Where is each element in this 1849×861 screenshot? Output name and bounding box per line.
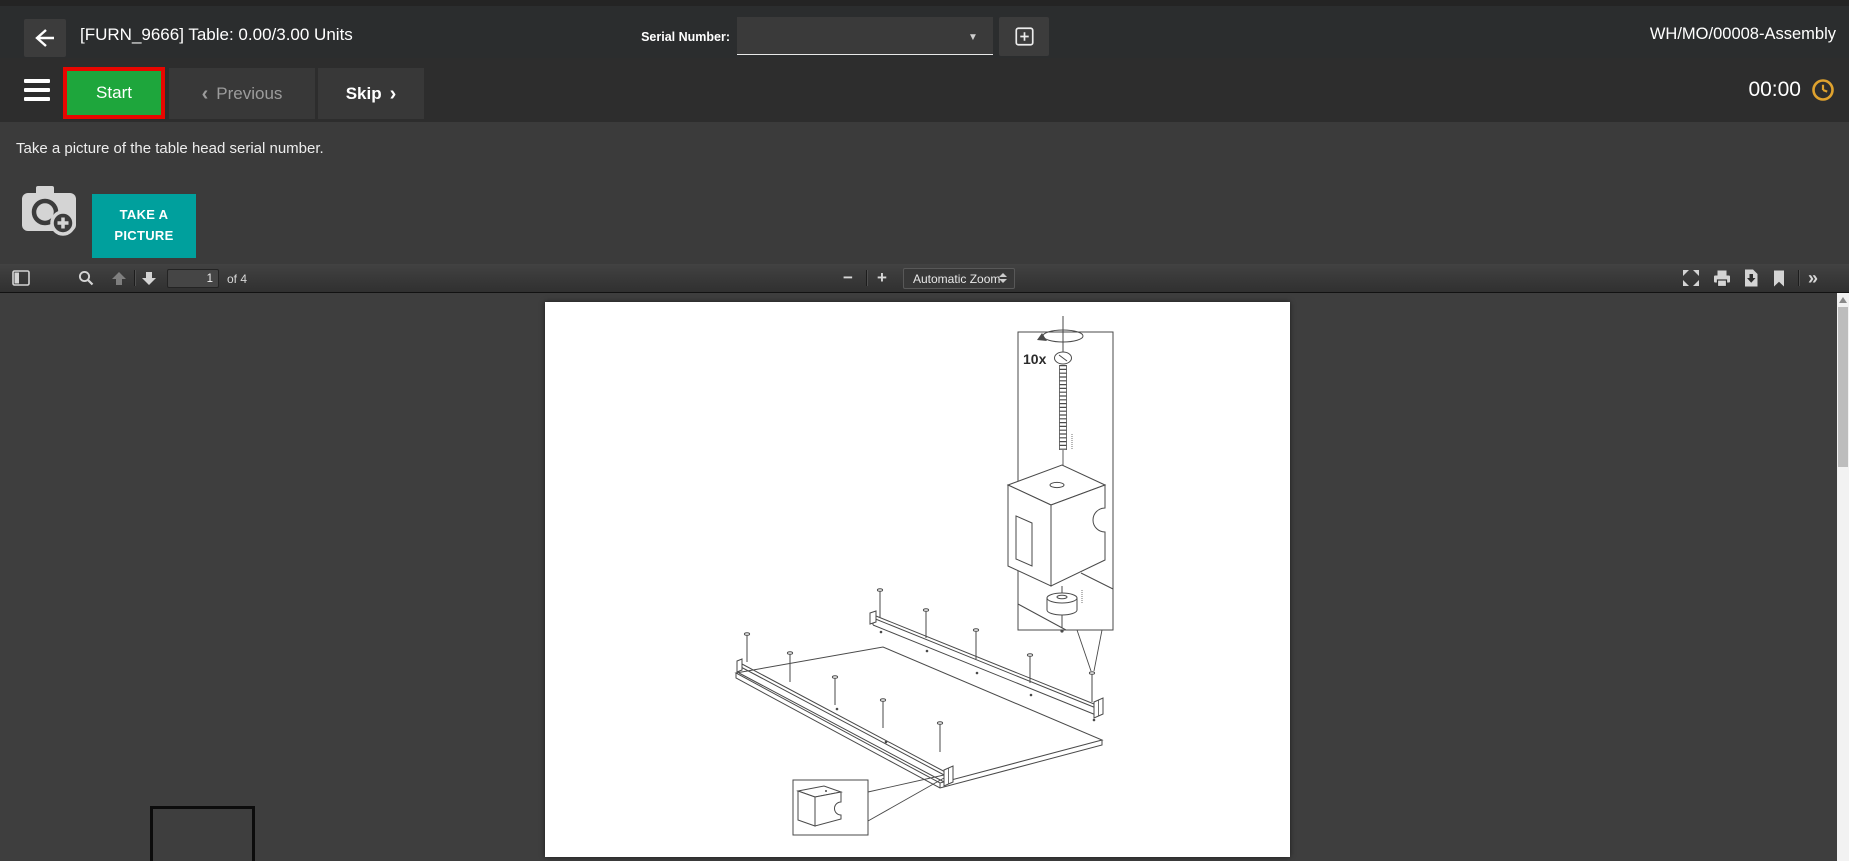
- chevron-left-icon: ‹: [202, 84, 209, 104]
- pdf-page: 10x: [545, 302, 1290, 857]
- download-page-icon: [1743, 269, 1759, 287]
- printer-icon: [1713, 270, 1731, 287]
- download-button[interactable]: [1743, 264, 1759, 292]
- previous-label: Previous: [216, 84, 282, 104]
- pdf-scrollbar[interactable]: [1837, 293, 1849, 861]
- previous-button[interactable]: ‹ Previous: [169, 68, 315, 119]
- action-bar: Start ‹ Previous Skip › 00:00: [0, 58, 1849, 122]
- select-arrows-icon: [999, 273, 1007, 283]
- chevron-right-icon: ›: [390, 84, 397, 104]
- double-chevron-icon: »: [1808, 268, 1818, 289]
- instruction-text: Take a picture of the table head serial …: [16, 140, 324, 157]
- workorder-title: [FURN_9666] Table: 0.00/3.00 Units: [80, 25, 353, 45]
- pdf-toolbar: of 4 − + Automatic Zoom: [0, 264, 1849, 293]
- arrow-up-icon: [111, 271, 127, 286]
- sidebar-panel-icon: [12, 270, 30, 286]
- arrow-left-icon: [32, 26, 58, 50]
- skip-label: Skip: [346, 84, 382, 104]
- menu-button[interactable]: [24, 79, 52, 101]
- take-picture-button[interactable]: TAKE A PICTURE: [92, 194, 196, 258]
- toolbar-separator: [134, 270, 135, 286]
- scroll-up-arrow-icon[interactable]: [1839, 297, 1847, 303]
- print-button[interactable]: [1713, 264, 1731, 292]
- expand-arrows-icon: [1682, 269, 1700, 287]
- plus-square-icon: [1015, 27, 1034, 46]
- serial-number-input[interactable]: [737, 17, 993, 55]
- bookmark-button[interactable]: [1773, 264, 1785, 292]
- minus-icon: −: [843, 268, 853, 288]
- pdf-viewer: 10x: [0, 293, 1849, 861]
- bookmark-flag-icon: [1773, 270, 1785, 287]
- toolbar-separator: [866, 270, 867, 286]
- zoom-mode-value: Automatic Zoom: [913, 272, 1000, 286]
- plus-icon: +: [877, 268, 887, 288]
- sidebar-toggle-button[interactable]: [12, 264, 30, 292]
- pdf-scrollbar-thumb[interactable]: [1838, 307, 1848, 467]
- hamburger-icon: [24, 79, 50, 83]
- page-number-input[interactable]: [167, 269, 219, 288]
- quantity-label: 10x: [1023, 351, 1047, 367]
- start-button[interactable]: Start: [67, 71, 161, 115]
- presentation-mode-button[interactable]: [1682, 264, 1700, 292]
- start-button-highlight: Start: [63, 67, 165, 119]
- back-button[interactable]: [24, 19, 66, 57]
- find-button[interactable]: [78, 264, 94, 292]
- add-serial-button[interactable]: [999, 17, 1049, 56]
- page-up-button[interactable]: [111, 264, 127, 292]
- top-navbar: [FURN_9666] Table: 0.00/3.00 Units Seria…: [0, 0, 1849, 58]
- more-tools-button[interactable]: »: [1808, 264, 1818, 292]
- assembly-diagram: 10x: [545, 302, 1290, 857]
- manufacturing-order-reference: WH/MO/00008-Assembly: [1650, 25, 1836, 44]
- timer: 00:00: [1748, 58, 1835, 122]
- page-down-button[interactable]: [141, 264, 157, 292]
- zoom-in-button[interactable]: +: [877, 264, 887, 292]
- timer-value: 00:00: [1748, 78, 1801, 102]
- clock-icon: [1811, 78, 1835, 102]
- zoom-out-button[interactable]: −: [843, 264, 853, 292]
- arrow-down-icon: [141, 271, 157, 286]
- magnifier-icon: [78, 270, 94, 286]
- page-count-label: of 4: [227, 272, 247, 286]
- toolbar-separator: [1798, 270, 1799, 286]
- skip-button[interactable]: Skip ›: [318, 68, 424, 119]
- worksheet-area: Take a picture of the table head serial …: [0, 122, 1849, 264]
- camera-plus-icon: [18, 180, 82, 238]
- partial-image-frame: [150, 806, 255, 861]
- serial-number-label: Serial Number:: [600, 30, 730, 44]
- zoom-mode-select[interactable]: Automatic Zoom: [903, 268, 1015, 289]
